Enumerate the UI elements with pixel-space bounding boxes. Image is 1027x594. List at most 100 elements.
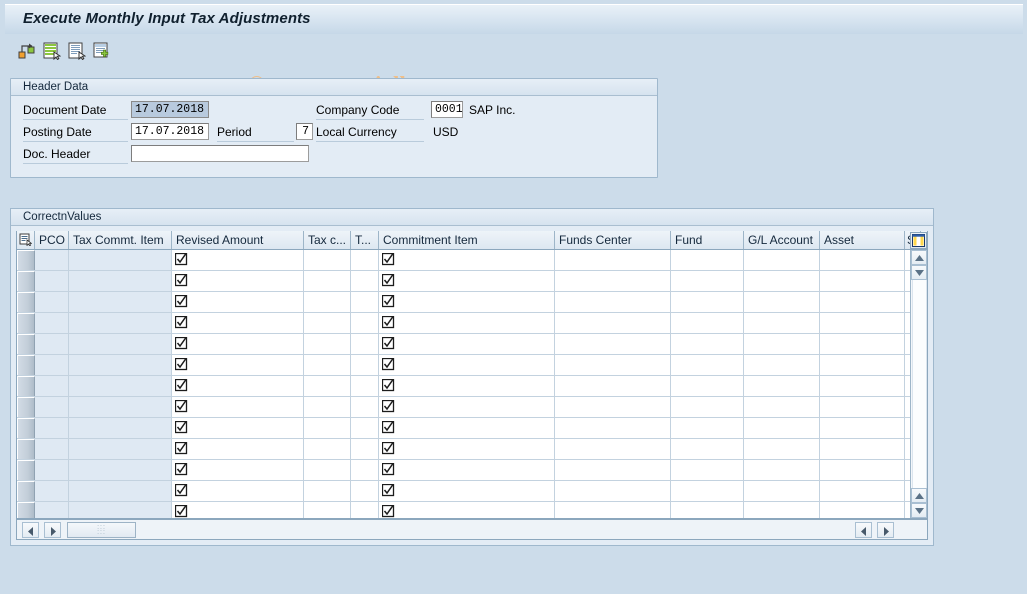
- checkbox-checked-icon[interactable]: [381, 441, 395, 455]
- checkbox-checked-icon[interactable]: [381, 462, 395, 476]
- row-selector-cell[interactable]: [17, 334, 35, 354]
- cell-funds_ctr[interactable]: [555, 502, 671, 518]
- cell-t[interactable]: [351, 271, 379, 291]
- cell-pco[interactable]: [35, 502, 69, 518]
- cell-commit_item[interactable]: [379, 376, 555, 396]
- cell-revised_amt[interactable]: [172, 460, 304, 480]
- checkbox-checked-icon[interactable]: [381, 357, 395, 371]
- cell-revised_amt[interactable]: [172, 271, 304, 291]
- cell-tax_commt[interactable]: [69, 292, 172, 312]
- checkbox-checked-icon[interactable]: [381, 504, 395, 518]
- cell-asset[interactable]: [820, 292, 905, 312]
- cell-commit_item[interactable]: [379, 334, 555, 354]
- cell-tax_commt[interactable]: [69, 271, 172, 291]
- cell-t[interactable]: [351, 334, 379, 354]
- checkbox-checked-icon[interactable]: [174, 336, 188, 350]
- cell-revised_amt[interactable]: [172, 250, 304, 270]
- table-row[interactable]: [17, 334, 927, 355]
- cell-tax_commt[interactable]: [69, 250, 172, 270]
- row-selector-cell[interactable]: [17, 481, 35, 501]
- cell-funds_ctr[interactable]: [555, 439, 671, 459]
- cell-asset[interactable]: [820, 355, 905, 375]
- grid-column-header-t[interactable]: T...: [351, 231, 379, 249]
- checkbox-checked-icon[interactable]: [174, 462, 188, 476]
- cell-revised_amt[interactable]: [172, 376, 304, 396]
- company-code-field[interactable]: 0001: [431, 101, 463, 118]
- grid-column-header-fund[interactable]: Fund: [671, 231, 744, 249]
- cell-commit_item[interactable]: [379, 460, 555, 480]
- cell-pco[interactable]: [35, 418, 69, 438]
- cell-fund[interactable]: [671, 334, 744, 354]
- cell-pco[interactable]: [35, 250, 69, 270]
- cell-funds_ctr[interactable]: [555, 313, 671, 333]
- cell-commit_item[interactable]: [379, 355, 555, 375]
- column-settings-icon[interactable]: [910, 232, 927, 249]
- cell-revised_amt[interactable]: [172, 418, 304, 438]
- list-display-icon[interactable]: [43, 42, 61, 60]
- cell-funds_ctr[interactable]: [555, 481, 671, 501]
- table-row[interactable]: [17, 502, 927, 518]
- cell-pco[interactable]: [35, 355, 69, 375]
- cell-commit_item[interactable]: [379, 313, 555, 333]
- cell-funds_ctr[interactable]: [555, 334, 671, 354]
- cell-revised_amt[interactable]: [172, 292, 304, 312]
- cell-tax_c[interactable]: [304, 250, 351, 270]
- period-field[interactable]: 7: [296, 123, 313, 140]
- cell-pco[interactable]: [35, 439, 69, 459]
- checkbox-checked-icon[interactable]: [174, 315, 188, 329]
- cell-tax_c[interactable]: [304, 334, 351, 354]
- table-row[interactable]: [17, 313, 927, 334]
- grid-column-header-funds_ctr[interactable]: Funds Center: [555, 231, 671, 249]
- checkbox-checked-icon[interactable]: [381, 315, 395, 329]
- cell-tax_c[interactable]: [304, 439, 351, 459]
- cell-gl_account[interactable]: [744, 481, 820, 501]
- cell-pco[interactable]: [35, 481, 69, 501]
- cell-tax_c[interactable]: [304, 418, 351, 438]
- cell-tax_commt[interactable]: [69, 376, 172, 396]
- cell-t[interactable]: [351, 439, 379, 459]
- scroll-down-icon[interactable]: [911, 265, 927, 280]
- cell-t[interactable]: [351, 397, 379, 417]
- cell-gl_account[interactable]: [744, 439, 820, 459]
- cell-gl_account[interactable]: [744, 418, 820, 438]
- cell-commit_item[interactable]: [379, 439, 555, 459]
- cell-fund[interactable]: [671, 355, 744, 375]
- cell-fund[interactable]: [671, 502, 744, 518]
- cell-fund[interactable]: [671, 313, 744, 333]
- cell-commit_item[interactable]: [379, 397, 555, 417]
- cell-asset[interactable]: [820, 271, 905, 291]
- cell-funds_ctr[interactable]: [555, 418, 671, 438]
- cell-asset[interactable]: [820, 376, 905, 396]
- cell-tax_commt[interactable]: [69, 334, 172, 354]
- cell-tax_commt[interactable]: [69, 355, 172, 375]
- cell-fund[interactable]: [671, 292, 744, 312]
- cell-revised_amt[interactable]: [172, 355, 304, 375]
- checkbox-checked-icon[interactable]: [174, 504, 188, 518]
- table-row[interactable]: [17, 271, 927, 292]
- cell-tax_commt[interactable]: [69, 418, 172, 438]
- checkbox-checked-icon[interactable]: [174, 294, 188, 308]
- cell-asset[interactable]: [820, 397, 905, 417]
- cell-fund[interactable]: [671, 397, 744, 417]
- cell-pco[interactable]: [35, 292, 69, 312]
- cell-tax_c[interactable]: [304, 376, 351, 396]
- cell-tax_c[interactable]: [304, 271, 351, 291]
- cell-commit_item[interactable]: [379, 271, 555, 291]
- cell-tax_commt[interactable]: [69, 502, 172, 518]
- cell-t[interactable]: [351, 376, 379, 396]
- cell-tax_c[interactable]: [304, 397, 351, 417]
- posting-date-field[interactable]: 17.07.2018: [131, 123, 209, 140]
- cell-pco[interactable]: [35, 460, 69, 480]
- cell-commit_item[interactable]: [379, 250, 555, 270]
- row-selector-cell[interactable]: [17, 271, 35, 291]
- table-row[interactable]: [17, 397, 927, 418]
- checkbox-checked-icon[interactable]: [381, 336, 395, 350]
- row-selector-cell[interactable]: [17, 250, 35, 270]
- cell-fund[interactable]: [671, 460, 744, 480]
- cell-gl_account[interactable]: [744, 250, 820, 270]
- row-selector-cell[interactable]: [17, 397, 35, 417]
- grid-column-header-pco[interactable]: PCO: [35, 231, 69, 249]
- cell-tax_commt[interactable]: [69, 460, 172, 480]
- row-selector-cell[interactable]: [17, 355, 35, 375]
- checkbox-checked-icon[interactable]: [381, 252, 395, 266]
